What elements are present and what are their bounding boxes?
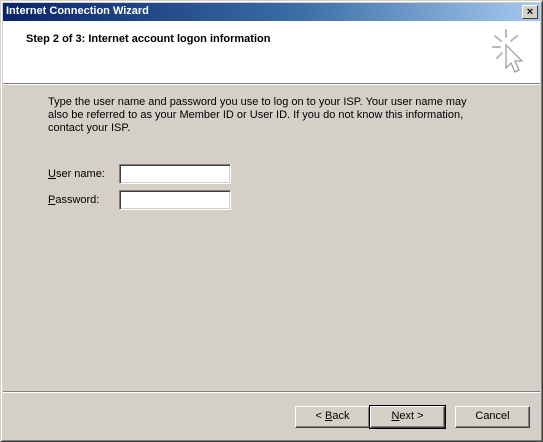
wizard-cursor-icon — [492, 29, 524, 73]
password-input[interactable] — [119, 190, 231, 210]
instructions-text: Type the user name and password you use … — [48, 96, 467, 134]
wizard-window: Internet Connection Wizard × Step 2 of 3… — [0, 0, 543, 442]
title-bar[interactable]: Internet Connection Wizard × — [3, 3, 540, 21]
window-title: Internet Connection Wizard — [6, 5, 149, 17]
username-label: User name: — [48, 168, 105, 180]
close-icon: × — [526, 6, 534, 18]
cancel-button[interactable]: Cancel — [455, 406, 530, 428]
page-title: Step 2 of 3: Internet account logon info… — [26, 33, 271, 45]
password-label: Password: — [48, 194, 100, 206]
header-divider — [3, 83, 540, 85]
back-button[interactable]: < Back — [295, 406, 370, 428]
next-button[interactable]: Next > — [369, 405, 446, 429]
footer-divider — [3, 391, 540, 393]
username-input[interactable] — [119, 164, 231, 184]
wizard-header: Step 2 of 3: Internet account logon info… — [3, 21, 540, 83]
close-button[interactable]: × — [522, 5, 538, 19]
